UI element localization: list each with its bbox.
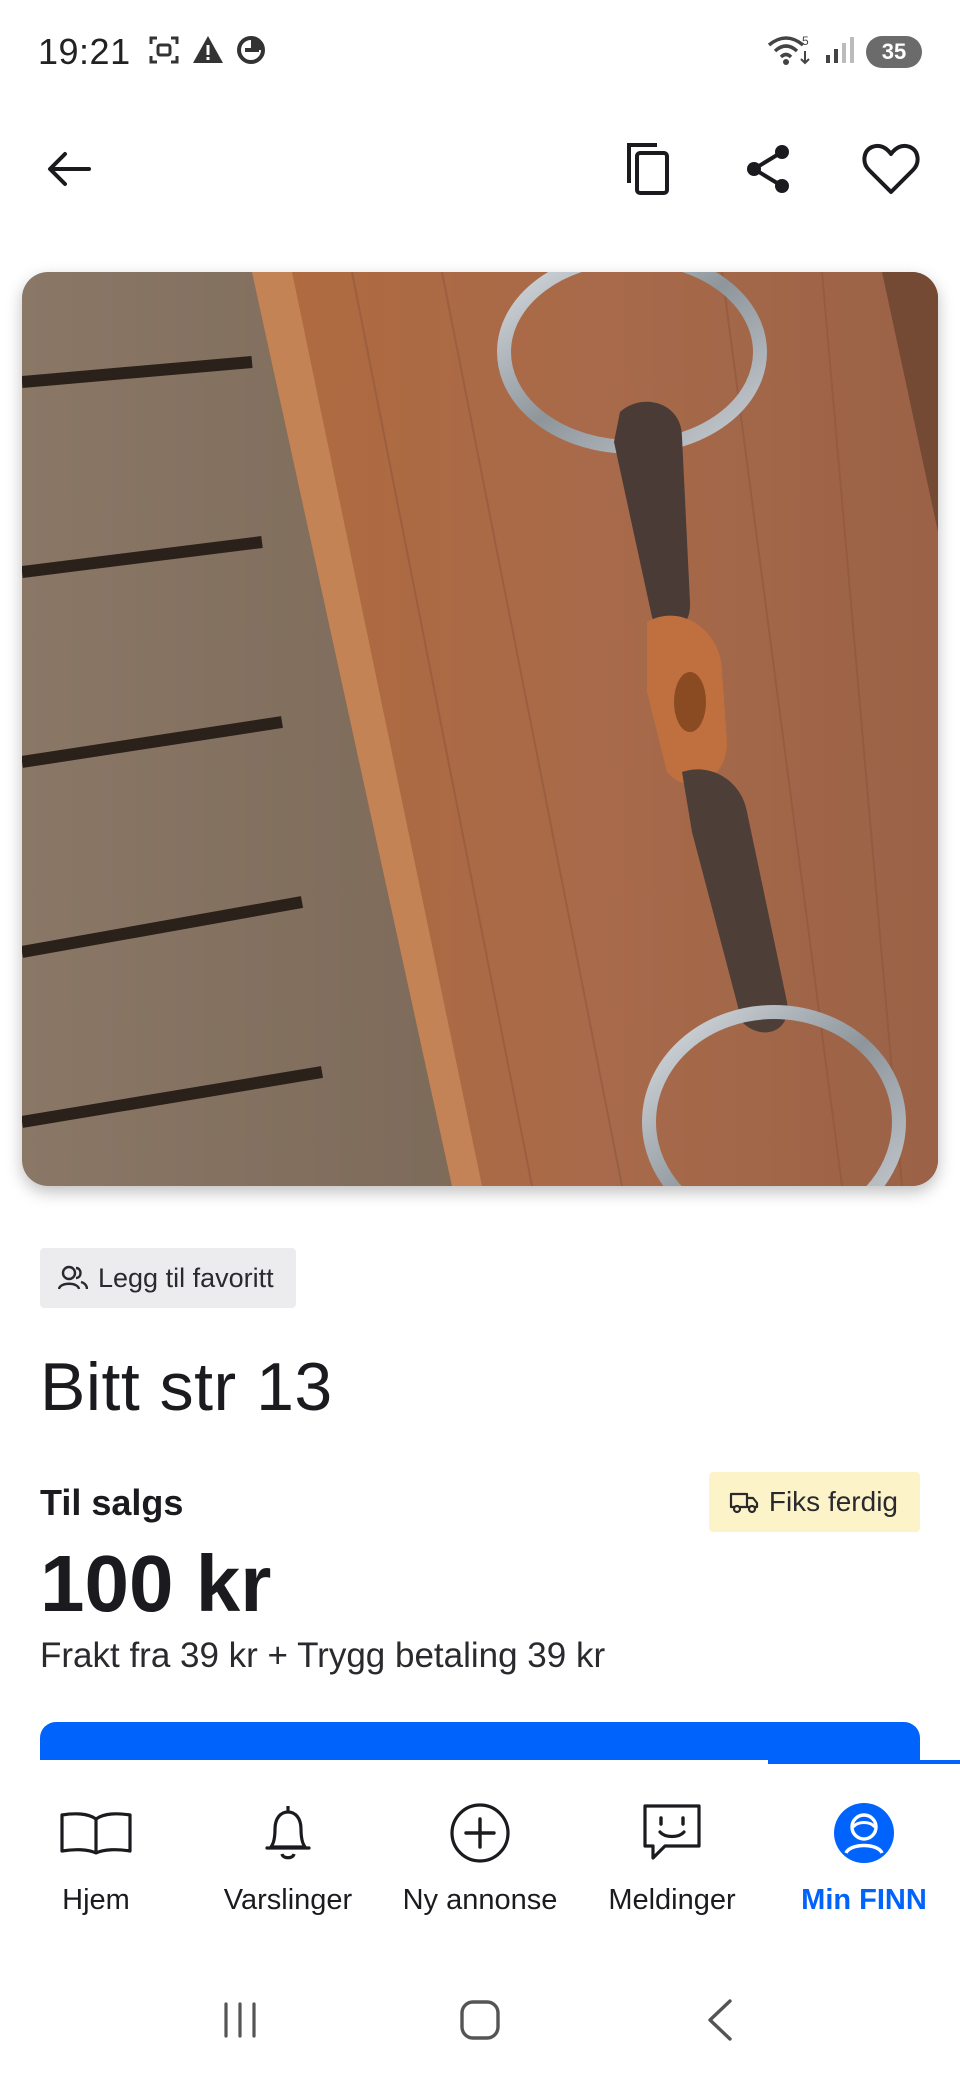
fiks-ferdig-badge[interactable]: Fiks ferdig — [708, 1472, 920, 1532]
chat-smile-icon — [643, 1804, 701, 1860]
sale-type-label: Til salgs — [40, 1482, 184, 1523]
heart-icon — [862, 143, 920, 194]
nav-label-hjem: Hjem — [62, 1884, 130, 1916]
profile-icon — [834, 1803, 894, 1863]
screenshot-icon — [147, 33, 181, 72]
system-back-button[interactable] — [680, 1980, 760, 2060]
users-icon — [58, 1265, 88, 1290]
recent-apps-button[interactable] — [200, 1980, 280, 2060]
app-bar — [0, 126, 960, 212]
favorite-button[interactable] — [848, 126, 934, 212]
bottom-navigation: Hjem Varslinger Ny annonse Meldinger Min — [0, 1760, 960, 1950]
home-button[interactable] — [440, 1980, 520, 2060]
shipping-info: Frakt fra 39 kr + Trygg betaling 39 kr — [40, 1636, 606, 1675]
status-left-icons — [147, 33, 267, 72]
nav-item-meldinger[interactable]: Meldinger — [576, 1760, 768, 1950]
share-button[interactable] — [726, 126, 812, 212]
back-arrow-icon — [48, 152, 91, 186]
nav-label-min-finn: Min FINN — [801, 1884, 927, 1916]
add-to-favorites-chip[interactable]: Legg til favoritt — [40, 1248, 296, 1308]
listing-image[interactable] — [22, 272, 938, 1186]
active-tab-indicator — [768, 1760, 960, 1764]
svg-text:5: 5 — [802, 34, 809, 48]
favorite-chip-label: Legg til favoritt — [98, 1262, 274, 1293]
nav-item-varslinger[interactable]: Varslinger — [192, 1760, 384, 1950]
listing-photo — [22, 272, 938, 1186]
share-icon — [747, 145, 789, 193]
nav-label-meldinger: Meldinger — [608, 1884, 736, 1916]
system-navigation-bar — [0, 1960, 960, 2080]
copy-button[interactable] — [606, 126, 692, 212]
nav-item-ny-annonse[interactable]: Ny annonse — [384, 1760, 576, 1950]
chevron-left-icon — [708, 1999, 732, 2041]
buy-button[interactable] — [40, 1722, 920, 1762]
listing-screen: 19:21 5 35 Legg til favoritt Bitt str 13… — [0, 0, 960, 2080]
nav-item-min-finn[interactable]: Min FINN — [768, 1760, 960, 1950]
listing-price: 100 kr — [40, 1539, 272, 1628]
alert-icon — [191, 33, 225, 72]
wifi-icon: 5 — [766, 33, 812, 72]
status-bar: 19:21 5 35 — [0, 0, 960, 104]
fiks-ferdig-label: Fiks ferdig — [768, 1486, 898, 1517]
nav-label-ny-annonse: Ny annonse — [402, 1884, 558, 1916]
home-square-icon — [460, 2000, 500, 2040]
signal-icon — [824, 35, 854, 70]
listing-title: Bitt str 13 — [40, 1349, 333, 1425]
delivery-truck-icon — [729, 1492, 758, 1514]
status-time: 19:21 — [38, 31, 131, 72]
data-saver-icon — [235, 34, 267, 71]
bell-icon — [265, 1806, 311, 1860]
book-icon — [60, 1812, 132, 1855]
plus-circle-icon — [450, 1803, 510, 1863]
copy-icon — [627, 143, 669, 195]
recent-apps-icon — [224, 2002, 256, 2038]
back-button[interactable] — [26, 126, 112, 212]
nav-label-varslinger: Varslinger — [223, 1884, 353, 1916]
status-right: 5 35 — [766, 33, 922, 72]
battery-indicator: 35 — [866, 36, 922, 68]
nav-item-hjem[interactable]: Hjem — [0, 1760, 192, 1950]
